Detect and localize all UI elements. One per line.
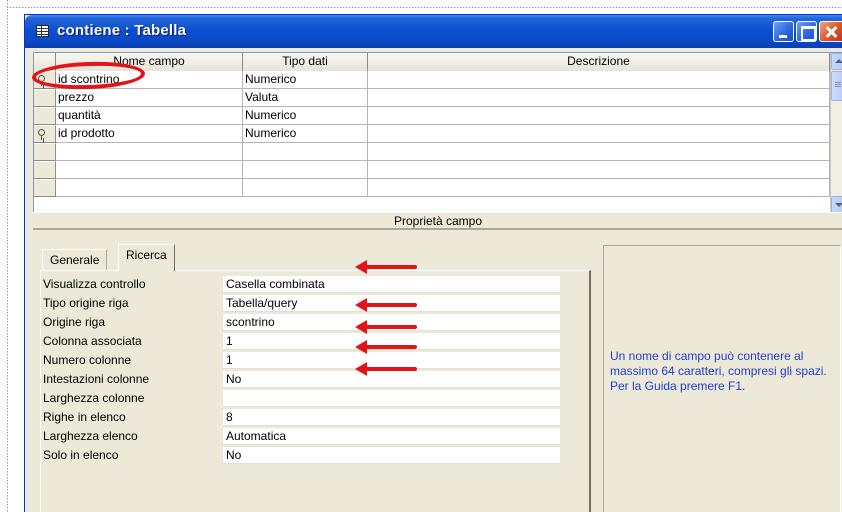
header-data-type[interactable]: Tipo dati [243, 53, 368, 71]
description-cell[interactable] [368, 107, 830, 125]
row-selector[interactable] [34, 107, 56, 125]
table-row[interactable] [56, 179, 830, 197]
row-selector[interactable] [34, 143, 56, 161]
annotation-arrow [355, 320, 417, 334]
property-label: Origine riga [43, 315, 106, 329]
row-selector[interactable] [34, 161, 56, 179]
property-label: Larghezza colonne [43, 391, 145, 405]
property-label: Solo in elenco [43, 448, 119, 462]
data-type-cell[interactable]: Numerico [243, 71, 368, 89]
field-name-cell[interactable]: prezzo [56, 89, 243, 107]
properties-area: Generale Ricerca Visualizza controllo Ca… [33, 229, 842, 512]
property-label: Numero colonne [43, 353, 132, 367]
description-cell[interactable] [368, 125, 830, 143]
data-type-cell[interactable] [243, 161, 368, 179]
annotation-arrow [355, 362, 417, 376]
property-row: Larghezza elenco Automatica [42, 427, 584, 446]
annotation-arrow [355, 298, 417, 312]
table-row[interactable]: prezzo Valuta [56, 89, 830, 107]
property-row: Larghezza colonne [42, 389, 584, 408]
scroll-up-icon[interactable] [831, 53, 842, 70]
property-row: Intestazioni colonne No [42, 370, 584, 389]
property-label: Larghezza elenco [43, 429, 138, 443]
tab-ricerca[interactable]: Ricerca [118, 244, 175, 271]
header-description[interactable]: Descrizione [368, 53, 830, 71]
field-name-cell[interactable]: id prodotto [56, 125, 243, 143]
field-grid: Nome campo Tipo dati Descrizione id scon… [33, 52, 842, 213]
property-row: Righe in elenco 8 [42, 408, 584, 427]
primary-key-icon [38, 129, 45, 140]
description-cell[interactable] [368, 179, 830, 197]
scroll-down-icon[interactable] [831, 196, 842, 213]
title-bar[interactable]: contiene : Tabella [25, 15, 842, 48]
row-selector[interactable] [34, 179, 56, 197]
property-label: Tipo origine riga [43, 296, 129, 310]
description-cell[interactable] [368, 89, 830, 107]
row-selector[interactable] [34, 125, 56, 143]
vertical-scrollbar[interactable] [830, 53, 842, 213]
table-row[interactable]: quantità Numerico [56, 107, 830, 125]
table-row[interactable] [56, 143, 830, 161]
property-value-field[interactable]: Automatica [223, 428, 560, 445]
data-type-cell[interactable] [243, 143, 368, 161]
property-row: Tipo origine riga Tabella/query [42, 294, 584, 313]
property-value-field[interactable]: Casella combinata [223, 276, 560, 293]
data-type-cell[interactable]: Numerico [243, 107, 368, 125]
property-label: Righe in elenco [43, 410, 126, 424]
table-row[interactable]: id scontrino Numerico [56, 71, 830, 89]
annotation-arrow [355, 260, 417, 274]
property-value-field[interactable]: 8 [223, 409, 560, 426]
data-type-cell[interactable]: Valuta [243, 89, 368, 107]
field-name-cell[interactable] [56, 179, 243, 197]
data-type-cell[interactable]: Numerico [243, 125, 368, 143]
description-cell[interactable] [368, 143, 830, 161]
property-label: Intestazioni colonne [43, 372, 150, 386]
lookup-properties-panel: Visualizza controllo Casella combinata T… [40, 270, 591, 512]
maximize-icon[interactable] [796, 21, 817, 42]
page-border-left [7, 0, 8, 512]
description-cell[interactable] [368, 71, 830, 89]
field-name-cell[interactable]: quantità [56, 107, 243, 125]
property-value-field[interactable] [223, 390, 560, 407]
property-value-field[interactable]: No [223, 371, 560, 388]
table-design-window: contiene : Tabella Nome campo Tipo dati … [24, 14, 842, 512]
table-icon [36, 25, 49, 37]
property-row: Numero colonne 1 [42, 351, 584, 370]
grid-header: Nome campo Tipo dati Descrizione [34, 53, 830, 71]
page-border-top [7, 7, 842, 8]
property-row: Solo in elenco No [42, 446, 584, 465]
property-label: Colonna associata [43, 334, 142, 348]
minimize-icon[interactable] [773, 21, 794, 42]
field-properties-title: Proprietà campo [33, 212, 842, 229]
row-selector[interactable] [34, 89, 56, 107]
table-row[interactable] [56, 161, 830, 179]
table-row[interactable]: id prodotto Numerico [56, 125, 830, 143]
tab-generale[interactable]: Generale [42, 249, 108, 271]
property-value-field[interactable]: No [223, 447, 560, 464]
row-selector-column [34, 71, 56, 213]
field-name-cell[interactable] [56, 161, 243, 179]
close-icon[interactable] [819, 21, 842, 42]
field-name-cell[interactable] [56, 143, 243, 161]
annotation-arrow [355, 340, 417, 354]
property-label: Visualizza controllo [43, 277, 146, 291]
property-row: Colonna associata 1 [42, 332, 584, 351]
scroll-thumb[interactable] [831, 71, 842, 101]
help-text: Un nome di campo può contenere al massim… [610, 349, 827, 393]
data-type-cell[interactable] [243, 179, 368, 197]
property-row: Origine riga scontrino [42, 313, 584, 332]
help-panel: Un nome di campo può contenere al massim… [603, 245, 841, 512]
description-cell[interactable] [368, 161, 830, 179]
property-row: Visualizza controllo Casella combinata [42, 275, 584, 294]
window-title: contiene : Tabella [57, 22, 187, 39]
